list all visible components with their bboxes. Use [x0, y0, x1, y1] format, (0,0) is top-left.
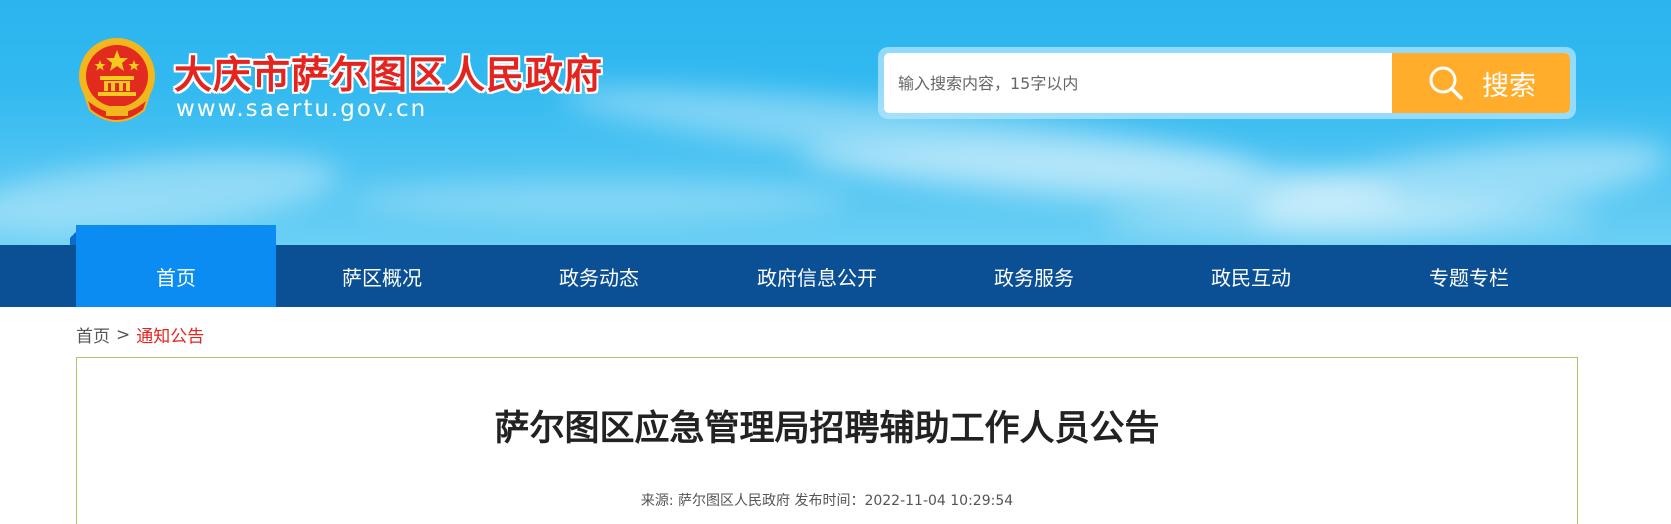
header-banner: 大庆市萨尔图区人民政府 www.saertu.gov.cn 搜索 [0, 0, 1671, 245]
search-bar: 搜索 [878, 47, 1576, 119]
search-input[interactable] [884, 53, 1390, 113]
article-title: 萨尔图区应急管理局招聘辅助工作人员公告 [494, 409, 1160, 449]
search-button[interactable]: 搜索 [1392, 53, 1570, 113]
nav-item-info-disclosure[interactable]: 政府信息公开 [710, 245, 924, 307]
site-title[interactable]: 大庆市萨尔图区人民政府 [174, 44, 603, 99]
main-nav: 首页 萨区概况 政务动态 政府信息公开 政务服务 政民互动 专题专栏 [0, 225, 1671, 307]
nav-item-interaction[interactable]: 政民互动 [1144, 245, 1358, 307]
nav-items: 首页 萨区概况 政务动态 政府信息公开 政务服务 政民互动 专题专栏 [70, 225, 1580, 307]
nav-item-topics[interactable]: 专题专栏 [1358, 245, 1580, 307]
breadcrumb: 首页 > 通知公告 [76, 322, 204, 348]
nav-item-home[interactable]: 首页 [70, 225, 276, 307]
article-container: 萨尔图区应急管理局招聘辅助工作人员公告 来源: 萨尔图区人民政府 发布时间：20… [76, 357, 1578, 524]
breadcrumb-separator: > [116, 324, 131, 345]
national-emblem-icon[interactable] [76, 36, 158, 122]
search-icon [1429, 66, 1463, 100]
cloud [1100, 200, 1600, 240]
search-button-label: 搜索 [1482, 70, 1536, 102]
nav-item-gov-news[interactable]: 政务动态 [488, 245, 710, 307]
article-meta: 来源: 萨尔图区人民政府 发布时间：2022-11-04 10:29:54 [640, 493, 1014, 509]
breadcrumb-current[interactable]: 通知公告 [136, 322, 204, 347]
nav-item-services[interactable]: 政务服务 [924, 245, 1144, 307]
nav-item-overview[interactable]: 萨区概况 [276, 245, 488, 307]
site-url: www.saertu.gov.cn [176, 96, 428, 122]
breadcrumb-home[interactable]: 首页 [76, 322, 110, 347]
search-box: 搜索 [884, 53, 1570, 113]
cloud [350, 180, 850, 220]
